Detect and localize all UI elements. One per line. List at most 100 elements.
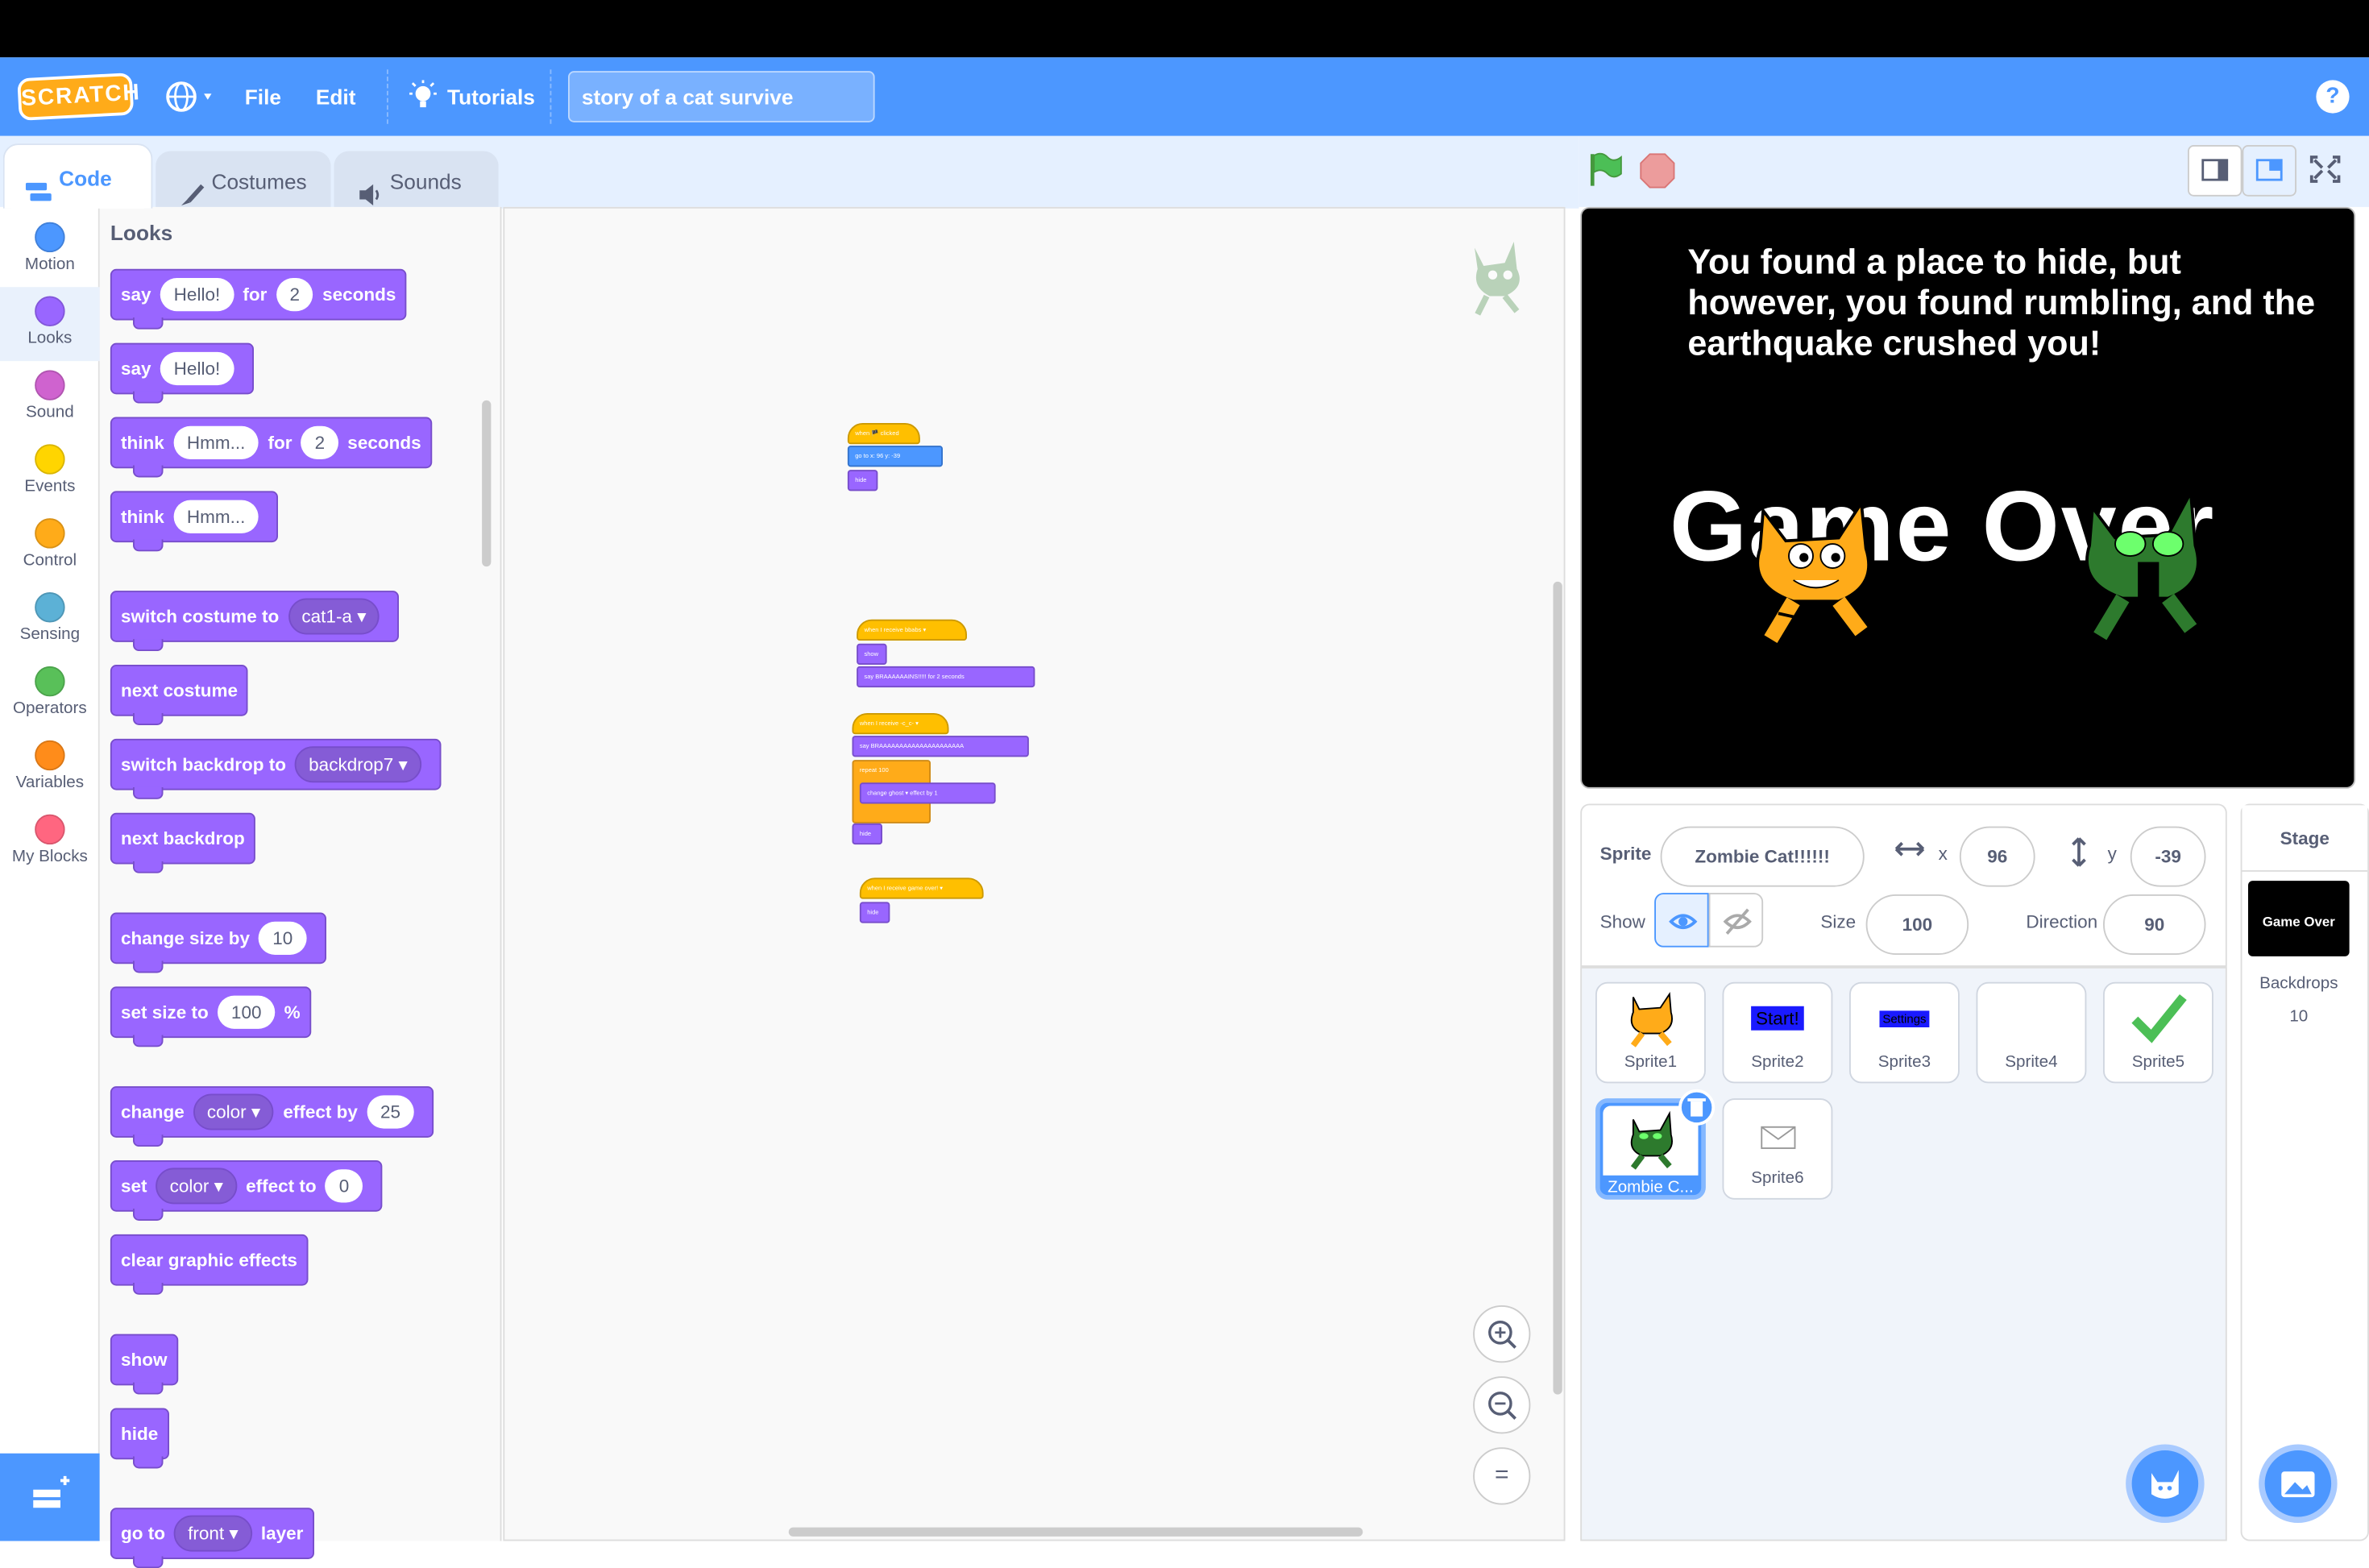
block-input[interactable]: 2	[301, 425, 339, 459]
block-set-size[interactable]: set size to 100%	[110, 986, 311, 1047]
script-hide[interactable]: hide	[852, 823, 882, 845]
sprite-tile[interactable]: Sprite4	[1976, 981, 2087, 1084]
category-events[interactable]: Events	[0, 435, 100, 509]
category-variables[interactable]: Variables	[0, 732, 100, 806]
tab-costumes[interactable]: Costumes	[156, 151, 331, 209]
script-say-for[interactable]: say BRAAAAAAINS!!!!! for 2 seconds	[857, 666, 1035, 688]
sprite-name-input[interactable]: Zombie Cat!!!!!!	[1660, 826, 1865, 887]
category-operators[interactable]: Operators	[0, 657, 100, 732]
help-icon[interactable]: ?	[2316, 80, 2350, 114]
block-dropdown[interactable]: backdrop7 ▾	[295, 746, 421, 783]
file-menu[interactable]: File	[245, 57, 281, 136]
block-dropdown[interactable]: front ▾	[174, 1515, 252, 1552]
zoom-out-button[interactable]	[1473, 1376, 1531, 1434]
language-menu[interactable]	[164, 79, 221, 115]
block-think[interactable]: think Hmm...	[110, 491, 279, 552]
category-sensing[interactable]: Sensing	[0, 583, 100, 657]
script-show[interactable]: show	[857, 643, 887, 665]
block-go-to-layer[interactable]: go to front ▾ layer	[110, 1508, 314, 1568]
stage-canvas[interactable]: You found a place to hide, but however, …	[1580, 206, 2356, 789]
block-input[interactable]: 2	[276, 278, 313, 312]
tab-sounds[interactable]: Sounds	[334, 151, 499, 209]
block-clear-effects[interactable]: clear graphic effects	[110, 1234, 308, 1295]
category-control[interactable]: Control	[0, 509, 100, 583]
script-change-effect[interactable]: change ghost ▾ effect by 1	[859, 782, 996, 804]
sprite-tile[interactable]: Settings Sprite3	[1849, 981, 1960, 1084]
script-go-to-xy[interactable]: go to x: 96 y: -39	[847, 446, 943, 467]
block-input[interactable]: 25	[367, 1095, 414, 1129]
edit-menu[interactable]: Edit	[316, 57, 356, 136]
fullscreen-button[interactable]	[2300, 145, 2354, 197]
stop-button[interactable]	[1639, 152, 1675, 196]
block-input[interactable]: Hmm...	[173, 425, 259, 459]
script-hide[interactable]: hide	[847, 470, 878, 492]
sprite-tile[interactable]: Sprite1	[1595, 981, 1706, 1084]
block-next-backdrop[interactable]: next backdrop	[110, 812, 255, 873]
category-sound[interactable]: Sound	[0, 361, 100, 435]
sprite-name: Sprite3	[1877, 1052, 1931, 1072]
zoom-in-button[interactable]	[1473, 1305, 1531, 1363]
tutorials-menu[interactable]: Tutorials	[447, 57, 535, 136]
block-show[interactable]: show	[110, 1334, 178, 1395]
block-next-costume[interactable]: next costume	[110, 665, 249, 725]
script-horizontal-scrollbar[interactable]	[788, 1527, 1363, 1537]
block-say-for-secs[interactable]: say Hello! for 2 seconds	[110, 268, 407, 330]
sprite-tile[interactable]: Sprite6	[1722, 1098, 1833, 1200]
x-input[interactable]: 96	[1959, 826, 2035, 887]
size-input[interactable]: 100	[1865, 894, 1969, 955]
add-extension-icon	[33, 1475, 70, 1508]
script-hide[interactable]: hide	[859, 902, 890, 923]
block-dropdown[interactable]: color ▾	[193, 1093, 275, 1130]
block-change-size[interactable]: change size by 10	[110, 912, 326, 973]
block-switch-backdrop[interactable]: switch backdrop to backdrop7 ▾	[110, 738, 442, 799]
category-label: Control	[23, 551, 77, 570]
y-input[interactable]: -39	[2130, 826, 2206, 887]
sprite-thumbnail	[1977, 984, 2085, 1053]
block-input[interactable]: 0	[325, 1169, 363, 1203]
script-hat-green-flag[interactable]: when 🏴 clicked	[847, 423, 920, 445]
block-input[interactable]: 100	[218, 995, 276, 1029]
sprite-tile[interactable]: Start! Sprite2	[1722, 981, 1833, 1084]
small-stage-button[interactable]	[2188, 145, 2242, 197]
show-label: Show	[1599, 911, 1645, 932]
category-looks[interactable]: Looks	[0, 287, 100, 362]
block-switch-costume[interactable]: switch costume to cat1-a ▾	[110, 591, 400, 652]
script-say[interactable]: say BRAAAAAAAAAAAAAAAAAAAAA	[852, 736, 1029, 757]
script-hat-receive[interactable]: when I receive game over! ▾	[859, 877, 984, 899]
block-dropdown[interactable]: color ▾	[156, 1168, 237, 1205]
choose-sprite-button[interactable]	[2126, 1444, 2205, 1523]
eye-icon	[1669, 914, 1698, 930]
show-visible-button[interactable]	[1654, 893, 1709, 948]
sprite-tile[interactable]: Sprite5	[2103, 981, 2213, 1084]
block-hide[interactable]: hide	[110, 1408, 169, 1469]
category-my-blocks[interactable]: My Blocks	[0, 805, 100, 879]
scratch-logo[interactable]: SCRATCH	[17, 73, 141, 121]
large-stage-button[interactable]	[2242, 145, 2296, 197]
block-say[interactable]: say Hello!	[110, 342, 254, 404]
project-title-input[interactable]: story of a cat survive	[568, 71, 875, 122]
script-hat-receive[interactable]: when I receive -c_c- ▾	[852, 713, 949, 735]
script-vertical-scrollbar[interactable]	[1553, 581, 1562, 1395]
block-input[interactable]: Hmm...	[173, 500, 259, 533]
green-flag-button[interactable]	[1587, 151, 1626, 195]
show-hidden-button[interactable]	[1708, 893, 1764, 948]
add-extension-button[interactable]	[0, 1453, 100, 1541]
category-label: My Blocks	[11, 847, 88, 866]
block-change-effect[interactable]: change color ▾ effect by 25	[110, 1086, 434, 1147]
block-input[interactable]: Hello!	[160, 278, 234, 312]
choose-backdrop-button[interactable]	[2259, 1444, 2338, 1523]
direction-input[interactable]: 90	[2103, 894, 2206, 955]
script-hat-receive[interactable]: when I receive bbabs ▾	[857, 619, 967, 641]
stage-target-pane[interactable]: Stage Game Over Backdrops 10	[2240, 803, 2369, 1541]
zoom-in-icon	[1488, 1320, 1516, 1349]
block-set-effect[interactable]: set color ▾ effect to 0	[110, 1160, 383, 1221]
tab-code[interactable]: Code	[2, 143, 153, 209]
zoom-reset-button[interactable]: =	[1473, 1447, 1531, 1505]
block-dropdown[interactable]: cat1-a ▾	[288, 598, 380, 635]
block-input[interactable]: Hello!	[160, 351, 234, 386]
block-input[interactable]: 10	[259, 921, 307, 955]
block-think-for-secs[interactable]: think Hmm... for 2 seconds	[110, 417, 432, 478]
delete-sprite-button[interactable]	[1678, 1089, 1716, 1126]
palette-scrollbar[interactable]	[482, 400, 492, 567]
script-area[interactable]	[503, 206, 1566, 1541]
